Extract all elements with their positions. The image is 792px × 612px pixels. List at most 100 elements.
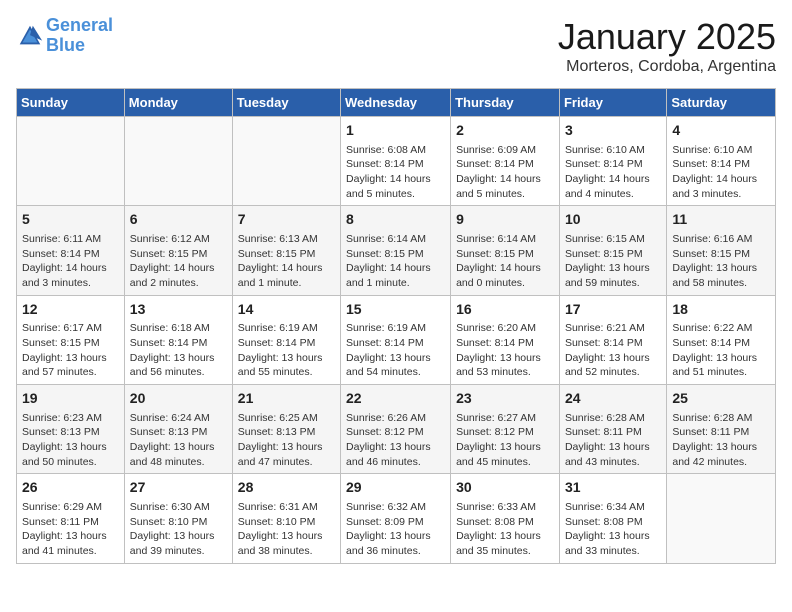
day-info: and 2 minutes.: [130, 276, 227, 291]
day-info: and 36 minutes.: [346, 544, 445, 559]
calendar-cell: 12Sunrise: 6:17 AMSunset: 8:15 PMDayligh…: [17, 295, 125, 384]
calendar-cell: 16Sunrise: 6:20 AMSunset: 8:14 PMDayligh…: [451, 295, 560, 384]
day-info: Sunrise: 6:33 AM: [456, 500, 554, 515]
day-info: Daylight: 14 hours: [456, 172, 554, 187]
day-info: Sunrise: 6:19 AM: [238, 321, 335, 336]
day-info: Sunset: 8:15 PM: [22, 336, 119, 351]
day-info: Sunrise: 6:08 AM: [346, 143, 445, 158]
day-info: Sunset: 8:14 PM: [672, 157, 770, 172]
day-info: Sunrise: 6:15 AM: [565, 232, 661, 247]
calendar-cell: [232, 117, 340, 206]
day-info: and 42 minutes.: [672, 455, 770, 470]
day-header-wednesday: Wednesday: [341, 89, 451, 117]
day-info: Sunset: 8:14 PM: [456, 157, 554, 172]
calendar-cell: 22Sunrise: 6:26 AMSunset: 8:12 PMDayligh…: [341, 385, 451, 474]
day-info: and 3 minutes.: [672, 187, 770, 202]
day-header-saturday: Saturday: [667, 89, 776, 117]
day-number: 24: [565, 389, 661, 409]
day-info: Daylight: 13 hours: [130, 529, 227, 544]
day-number: 21: [238, 389, 335, 409]
day-info: Daylight: 13 hours: [565, 440, 661, 455]
day-info: Sunset: 8:10 PM: [238, 515, 335, 530]
day-info: and 1 minute.: [346, 276, 445, 291]
day-info: Sunrise: 6:28 AM: [565, 411, 661, 426]
day-number: 23: [456, 389, 554, 409]
calendar-cell: 1Sunrise: 6:08 AMSunset: 8:14 PMDaylight…: [341, 117, 451, 206]
day-info: and 39 minutes.: [130, 544, 227, 559]
day-number: 12: [22, 300, 119, 320]
calendar-cell: 10Sunrise: 6:15 AMSunset: 8:15 PMDayligh…: [559, 206, 666, 295]
calendar-subtitle: Morteros, Cordoba, Argentina: [558, 58, 776, 76]
day-info: Sunset: 8:14 PM: [672, 336, 770, 351]
day-info: Sunrise: 6:25 AM: [238, 411, 335, 426]
day-info: Sunset: 8:14 PM: [238, 336, 335, 351]
day-info: and 58 minutes.: [672, 276, 770, 291]
day-info: Daylight: 14 hours: [346, 172, 445, 187]
day-info: Daylight: 13 hours: [238, 440, 335, 455]
day-number: 6: [130, 210, 227, 230]
calendar-cell: 30Sunrise: 6:33 AMSunset: 8:08 PMDayligh…: [451, 474, 560, 563]
day-info: Sunset: 8:14 PM: [456, 336, 554, 351]
day-info: Sunrise: 6:31 AM: [238, 500, 335, 515]
day-number: 4: [672, 121, 770, 141]
calendar-cell: 26Sunrise: 6:29 AMSunset: 8:11 PMDayligh…: [17, 474, 125, 563]
calendar-cell: 4Sunrise: 6:10 AMSunset: 8:14 PMDaylight…: [667, 117, 776, 206]
day-info: Sunset: 8:12 PM: [346, 425, 445, 440]
day-info: Sunrise: 6:18 AM: [130, 321, 227, 336]
day-info: and 41 minutes.: [22, 544, 119, 559]
page-header: General Blue January 2025 Morteros, Cord…: [16, 16, 776, 76]
day-info: and 46 minutes.: [346, 455, 445, 470]
day-info: and 52 minutes.: [565, 365, 661, 380]
day-info: and 5 minutes.: [346, 187, 445, 202]
logo-text: General Blue: [46, 16, 113, 56]
day-info: Sunrise: 6:10 AM: [565, 143, 661, 158]
day-info: Daylight: 13 hours: [672, 261, 770, 276]
calendar-title: January 2025: [558, 16, 776, 58]
day-number: 5: [22, 210, 119, 230]
day-info: Sunrise: 6:12 AM: [130, 232, 227, 247]
day-info: Daylight: 13 hours: [346, 529, 445, 544]
day-info: Daylight: 14 hours: [565, 172, 661, 187]
day-info: Sunset: 8:11 PM: [672, 425, 770, 440]
day-info: Sunrise: 6:23 AM: [22, 411, 119, 426]
day-info: Sunset: 8:15 PM: [346, 247, 445, 262]
day-info: Sunset: 8:13 PM: [22, 425, 119, 440]
day-number: 15: [346, 300, 445, 320]
day-info: and 0 minutes.: [456, 276, 554, 291]
day-info: Daylight: 13 hours: [565, 351, 661, 366]
day-number: 31: [565, 478, 661, 498]
logo: General Blue: [16, 16, 113, 56]
day-number: 17: [565, 300, 661, 320]
day-number: 22: [346, 389, 445, 409]
day-info: and 53 minutes.: [456, 365, 554, 380]
calendar-cell: 8Sunrise: 6:14 AMSunset: 8:15 PMDaylight…: [341, 206, 451, 295]
day-header-friday: Friday: [559, 89, 666, 117]
day-info: and 3 minutes.: [22, 276, 119, 291]
day-info: Daylight: 14 hours: [346, 261, 445, 276]
day-info: Sunrise: 6:30 AM: [130, 500, 227, 515]
calendar-cell: 9Sunrise: 6:14 AMSunset: 8:15 PMDaylight…: [451, 206, 560, 295]
calendar-table: SundayMondayTuesdayWednesdayThursdayFrid…: [16, 88, 776, 564]
day-number: 25: [672, 389, 770, 409]
day-number: 1: [346, 121, 445, 141]
day-info: Sunrise: 6:14 AM: [346, 232, 445, 247]
day-info: Sunrise: 6:13 AM: [238, 232, 335, 247]
day-info: and 48 minutes.: [130, 455, 227, 470]
calendar-cell: 11Sunrise: 6:16 AMSunset: 8:15 PMDayligh…: [667, 206, 776, 295]
calendar-cell: 25Sunrise: 6:28 AMSunset: 8:11 PMDayligh…: [667, 385, 776, 474]
day-number: 11: [672, 210, 770, 230]
calendar-week-row: 19Sunrise: 6:23 AMSunset: 8:13 PMDayligh…: [17, 385, 776, 474]
day-number: 10: [565, 210, 661, 230]
day-header-sunday: Sunday: [17, 89, 125, 117]
day-info: Sunset: 8:14 PM: [565, 157, 661, 172]
day-header-tuesday: Tuesday: [232, 89, 340, 117]
day-info: Sunrise: 6:09 AM: [456, 143, 554, 158]
day-info: Daylight: 13 hours: [238, 529, 335, 544]
day-info: Daylight: 14 hours: [238, 261, 335, 276]
day-number: 30: [456, 478, 554, 498]
day-info: Sunset: 8:10 PM: [130, 515, 227, 530]
day-info: Sunset: 8:15 PM: [130, 247, 227, 262]
day-header-monday: Monday: [124, 89, 232, 117]
calendar-cell: [667, 474, 776, 563]
day-info: Sunrise: 6:26 AM: [346, 411, 445, 426]
